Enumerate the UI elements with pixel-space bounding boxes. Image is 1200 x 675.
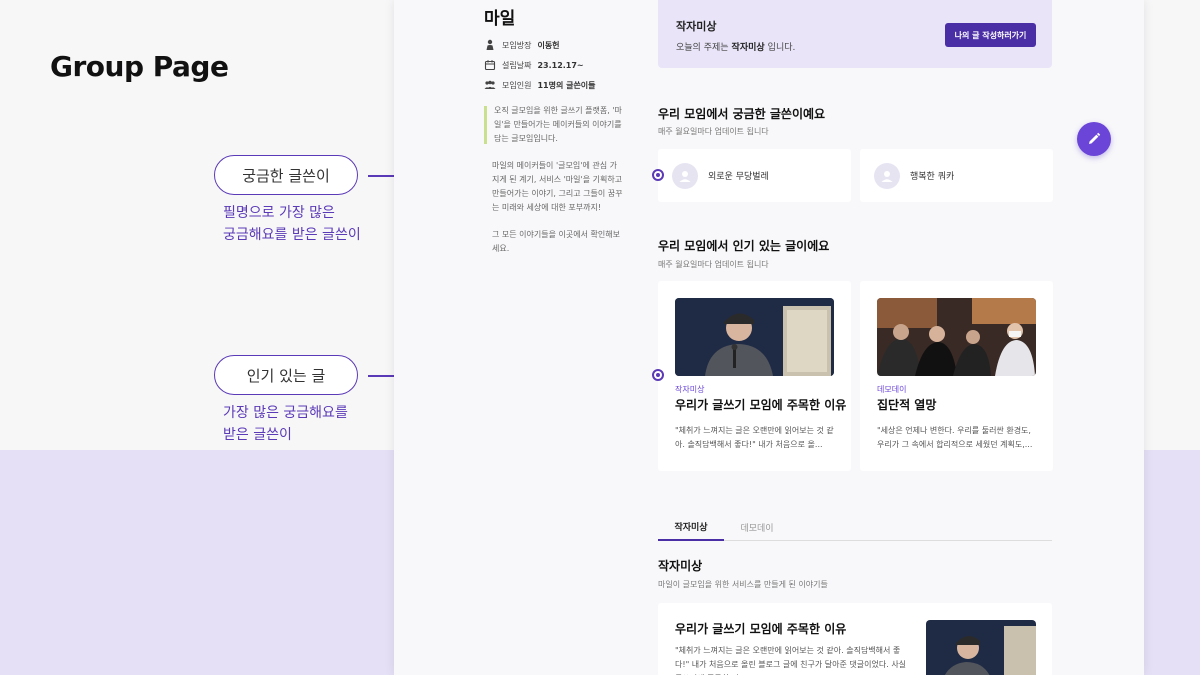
people-icon [484,80,496,89]
post-thumbnail [877,298,1036,376]
post-title: 집단적 열망 [877,398,937,412]
writer-card[interactable]: 외로운 무당벌레 [658,149,851,202]
popular-post-card[interactable]: 데모데이 집단적 열망 "세상은 언제나 변한다. 우리를 둘러싼 환경도, 우… [860,281,1053,471]
popular-posts-subtitle: 매주 월요일마다 업데이트 됩니다 [658,260,769,269]
person-icon [486,39,494,50]
post-snippet: "체취가 느껴지는 글은 오랜만에 읽어보는 것 같아. 솔직담백해서 좋다!"… [675,646,907,675]
group-intro-text: 마일의 메이커들이 '글모임'에 관심 가지게 된 계기, 서비스 '마일'을 … [492,161,623,212]
writer-name: 외로운 무당벌레 [708,172,769,182]
user-icon [881,170,893,182]
avatar [672,162,698,189]
post-category: 데모데이 [877,385,907,394]
tab-topic-1[interactable]: 작자미상 [658,514,724,541]
meta-owner: 모임방장 이동헌 [484,38,560,52]
post-list-item[interactable]: 우리가 글쓰기 모임에 주목한 이유 "체취가 느껴지는 글은 오랜만에 읽어보… [658,603,1052,675]
topic-tabs: 작자미상 데모데이 [658,514,1052,541]
popular-post-card[interactable]: 작자미상 우리가 글쓰기 모임에 주목한 이유 "체취가 느껴지는 글은 오랜만… [658,281,851,471]
popular-posts-title: 우리 모임에서 인기 있는 글이에요 [658,239,830,253]
group-intro-text: 그 모든 이야기들을 이곳에서 확인해보세요. [492,230,620,253]
post-thumbnail [926,620,1036,675]
post-thumbnail [675,298,834,376]
board-title: Group Page [50,50,229,83]
group-name: 마일 [484,9,516,29]
annotation-desc-popular-post: 가장 많은 궁금해요를 받은 글쓴이 [223,405,348,443]
annotation-pill-curious-writer: 궁금한 글쓴이 [214,155,358,195]
post-snippet: "체취가 느껴지는 글은 오랜만에 읽어보는 것 같아. 솔직담백해서 좋다!"… [675,426,834,449]
writer-name: 행복한 쿼카 [910,172,955,182]
avatar [874,162,900,189]
topic-title: 작자미상 [676,20,717,33]
meta-founded: 설립날짜 23.12.17~ [484,58,584,72]
curious-writers-subtitle: 매주 월요일마다 업데이트 됩니다 [658,127,769,136]
post-title: 우리가 글쓰기 모임에 주목한 이유 [675,622,847,636]
curious-writers-title: 우리 모임에서 궁금한 글쓴이예요 [658,107,826,121]
tab-topic-2[interactable]: 데모데이 [724,514,790,541]
group-page-mockup: 마일 모임방장 이동헌 설립날짜 23.12.17~ 모임인원 11명의 글쓴이… [394,0,1144,675]
post-category: 작자미상 [675,385,705,394]
floating-write-button[interactable] [1077,122,1111,156]
annotation-anchor-dot [652,369,664,381]
calendar-icon [484,60,496,71]
group-intro-text: 오직 글모임을 위한 글쓰기 플랫폼, '마일'을 만들어가는 메이커들의 이야… [494,106,622,143]
intro-quote-bar [484,106,487,144]
post-snippet: "세상은 언제나 변한다. 우리를 둘러싼 환경도, 우리가 그 속에서 합리적… [877,426,1033,449]
meta-members: 모임인원 11명의 글쓴이들 [484,78,596,92]
today-topic-banner: 작자미상 오늘의 주제는 작자미상 입니다. 나의 글 작성하러가기 [658,0,1052,68]
annotation-desc-curious-writer: 필명으로 가장 많은 궁금해요를 받은 글쓴이 [223,205,361,243]
topic-desc: 오늘의 주제는 작자미상 입니다. [676,43,796,53]
pencil-icon [1089,132,1101,144]
post-title: 우리가 글쓰기 모임에 주목한 이유 [675,398,847,412]
annotation-pill-popular-post: 인기 있는 글 [214,355,358,395]
topic-section-subtitle: 마일이 글모임을 위한 서비스를 만들게 된 이야기들 [658,580,828,589]
write-post-button[interactable]: 나의 글 작성하러가기 [945,23,1036,47]
topic-section-title: 작자미상 [658,559,703,573]
user-icon [679,170,691,182]
writer-card[interactable]: 행복한 쿼카 [860,149,1053,202]
annotation-anchor-dot [652,169,664,181]
